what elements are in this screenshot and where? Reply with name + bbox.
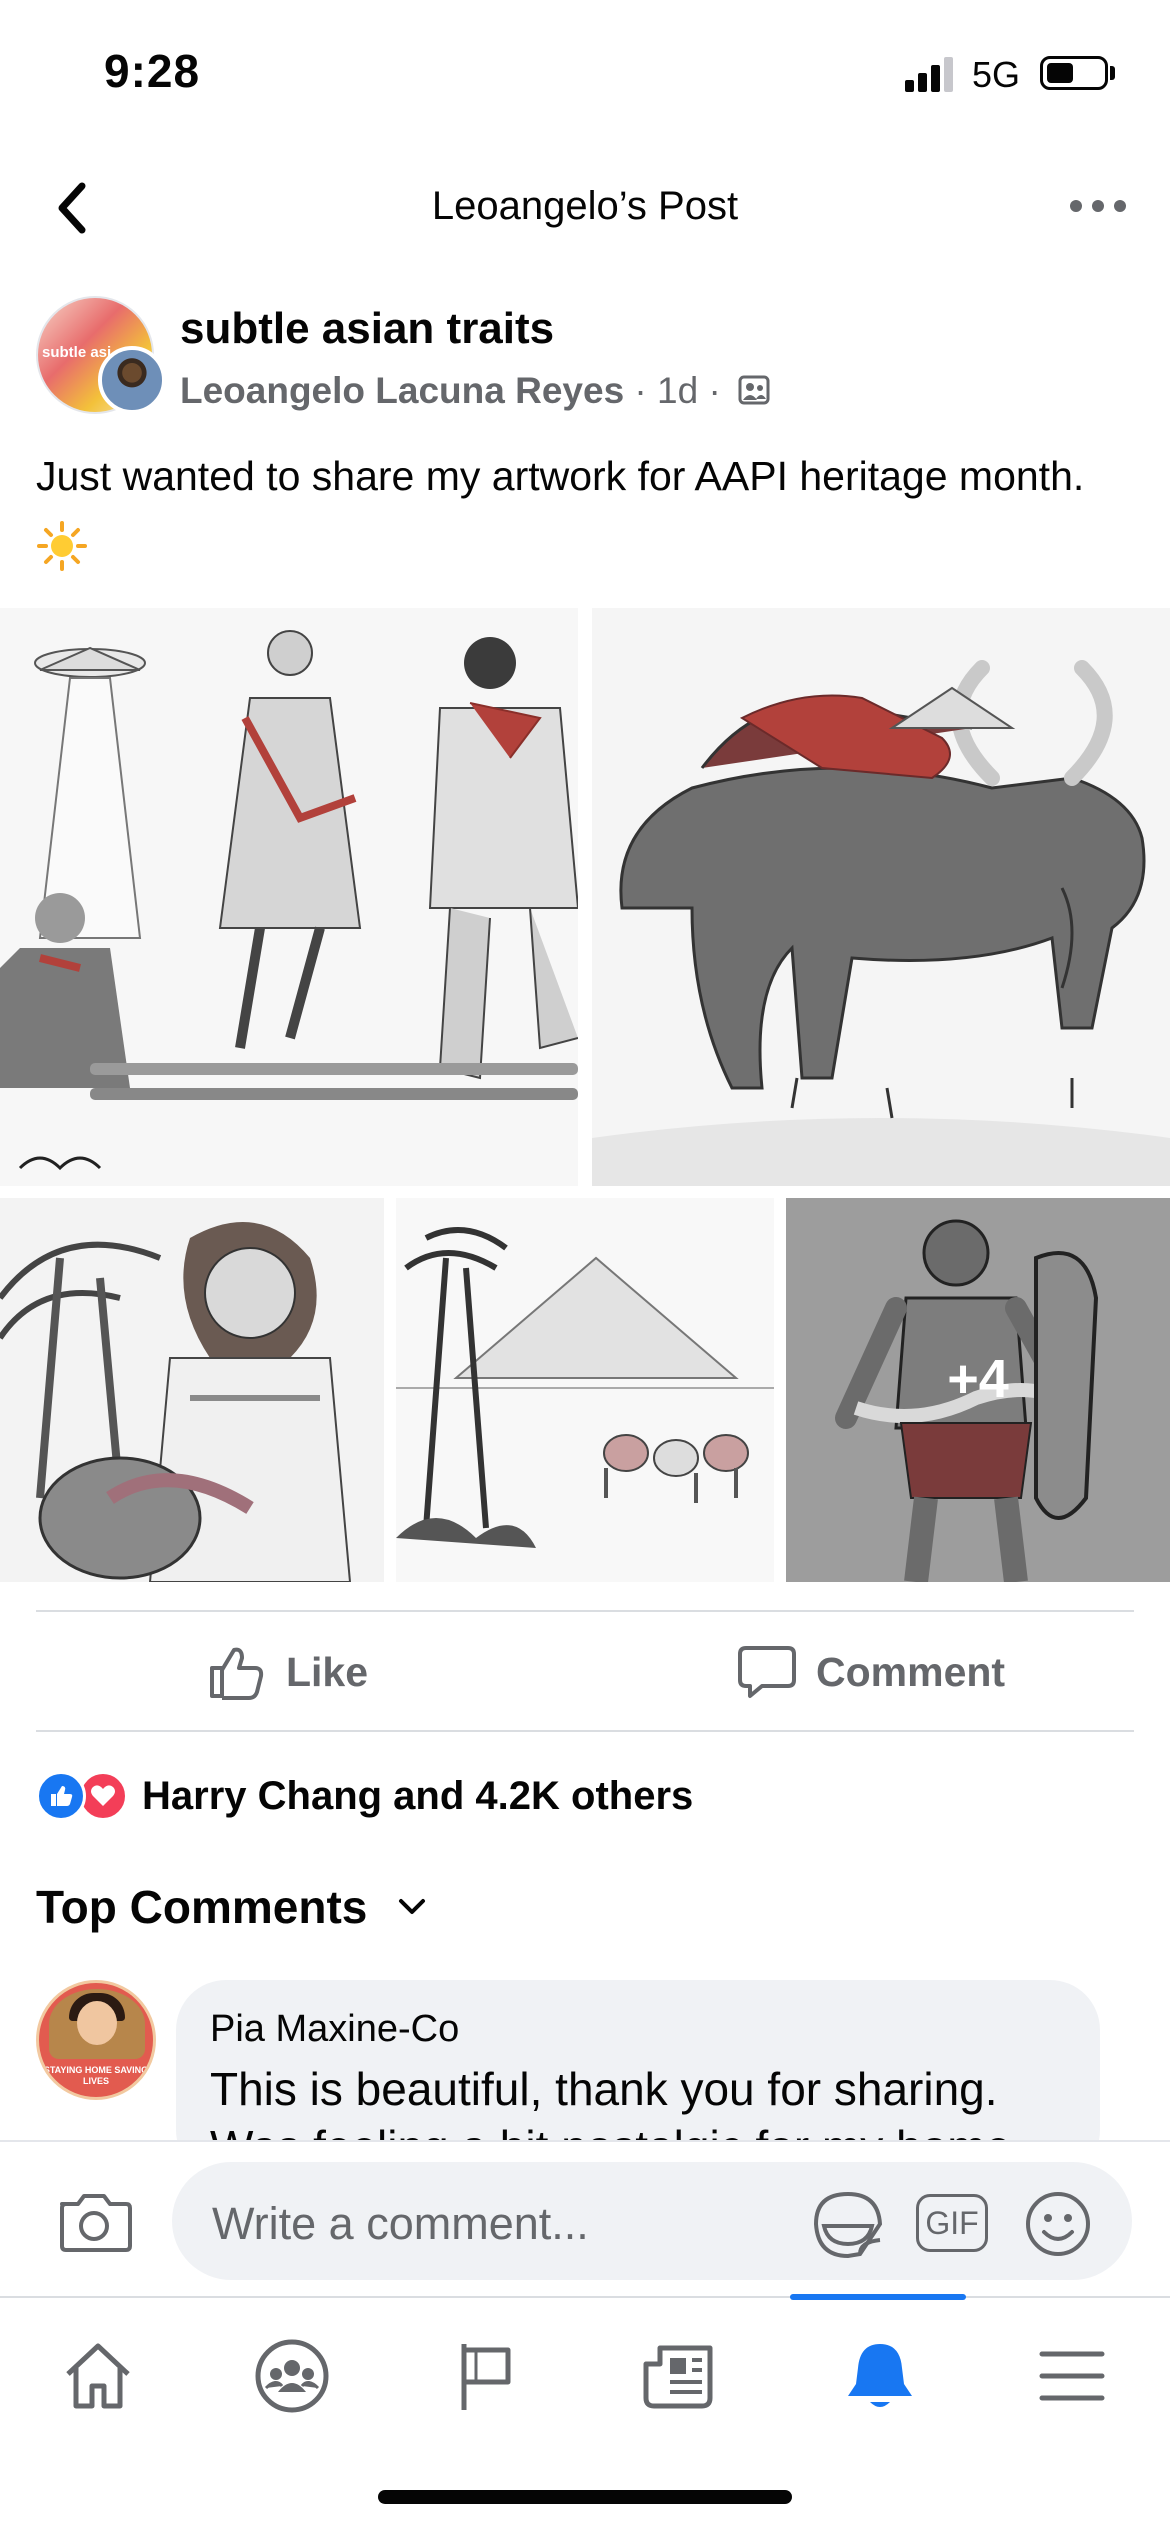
post-photo-2[interactable]	[592, 608, 1170, 1186]
post-body: Just wanted to share my artwork for AAPI…	[36, 453, 1085, 499]
sticker-icon[interactable]	[810, 2188, 886, 2260]
comment-label: Comment	[816, 1648, 1006, 1695]
author-avatar[interactable]	[98, 346, 166, 414]
commenter-avatar[interactable]: STAYING HOME SAVING LIVES	[36, 1980, 156, 2100]
post-photo-5[interactable]: +4	[786, 1198, 1170, 1582]
comment-input[interactable]: Write a comment... GIF	[172, 2162, 1132, 2280]
post-meta: Leoangelo Lacuna Reyes · 1d ·	[180, 370, 771, 412]
chevron-down-icon	[399, 1899, 426, 1914]
comment-button[interactable]: Comment	[738, 1632, 1005, 1712]
battery-cap	[1110, 66, 1115, 80]
reactions-text: Harry Chang and 4.2K others	[142, 1773, 694, 1818]
notifications-bell-icon[interactable]	[830, 2326, 930, 2426]
meta-separator-2: ·	[698, 370, 732, 411]
meta-separator: ·	[624, 370, 658, 411]
post-photo-3[interactable]	[0, 1198, 384, 1582]
comment-placeholder: Write a comment...	[212, 2198, 589, 2249]
groups-icon[interactable]	[242, 2326, 342, 2426]
post-time[interactable]: 1d	[657, 370, 698, 411]
group-members-icon	[737, 373, 771, 407]
more-horizontal-icon[interactable]	[1070, 196, 1126, 216]
like-label: Like	[286, 1648, 369, 1695]
home-indicator	[378, 2490, 792, 2504]
reactions-summary[interactable]: Harry Chang and 4.2K others	[36, 1766, 693, 1826]
thumbs-up-icon	[210, 1647, 264, 1700]
gif-button[interactable]: GIF	[916, 2194, 988, 2252]
top-comments-label: Top Comments	[36, 1881, 368, 1933]
group-avatar-text: subtle asi	[42, 344, 112, 361]
cellular-signal-icon	[905, 56, 957, 92]
like-reaction-icon	[36, 1771, 86, 1821]
avatar-frame-text: STAYING HOME SAVING LIVES	[43, 2065, 149, 2086]
post-photo-4[interactable]	[396, 1198, 774, 1582]
menu-icon[interactable]	[1022, 2326, 1122, 2426]
top-comments-dropdown[interactable]: Top Comments	[36, 1880, 427, 1934]
author-name[interactable]: Leoangelo Lacuna Reyes	[180, 370, 624, 411]
active-tab-indicator	[790, 2294, 966, 2300]
post-header: subtle asi subtle asian traits Leoangelo…	[0, 290, 1170, 420]
page-title: Leoangelo’s Post	[431, 184, 739, 228]
post-photo-1[interactable]	[0, 608, 578, 1186]
divider-top	[36, 1610, 1134, 1612]
network-type: 5G	[972, 54, 1021, 95]
post-text: Just wanted to share my artwork for AAPI…	[36, 440, 1136, 584]
divider-bottom	[36, 1730, 1134, 1732]
pages-flag-icon[interactable]	[436, 2326, 536, 2426]
home-icon[interactable]	[48, 2326, 148, 2426]
comment-composer: Write a comment... GIF	[0, 2140, 1170, 2294]
nav-header: Leoangelo’s Post	[0, 160, 1170, 260]
more-photos-count: +4	[947, 1349, 1009, 1409]
group-name[interactable]: subtle asian traits	[180, 304, 554, 354]
sun-icon	[36, 520, 88, 572]
like-button[interactable]: Like	[208, 1632, 368, 1712]
status-time: 9:28	[104, 45, 201, 97]
news-icon[interactable]	[630, 2326, 730, 2426]
status-bar: 9:28 5G	[0, 0, 1170, 150]
battery-icon	[1040, 56, 1108, 90]
comment-icon	[738, 1646, 796, 1698]
camera-icon[interactable]	[56, 2190, 132, 2254]
comment-author[interactable]: Pia Maxine-Co	[210, 2008, 459, 2051]
emoji-icon[interactable]	[1022, 2188, 1094, 2260]
chevron-left-icon[interactable]	[48, 178, 98, 238]
